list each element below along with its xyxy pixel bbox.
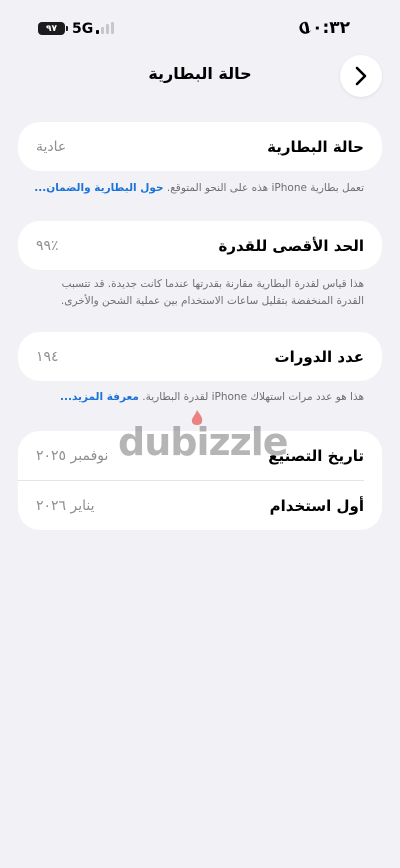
cycle-count-label: عدد الدورات [274, 347, 364, 366]
cycle-count-card: عدد الدورات ١٩٤ [18, 332, 382, 381]
max-capacity-value: ٪٩٩ [36, 237, 59, 254]
battery-health-note: تعمل بطارية iPhone هذه على النحو المتوقع… [34, 180, 364, 197]
max-capacity-card: الحد الأقصى للقدرة ٪٩٩ [18, 221, 382, 270]
flame-icon [191, 410, 203, 425]
cycle-count-note: هذا هو عدد مرات استهلاك iPhone لقدرة الب… [34, 389, 364, 406]
battery-warranty-link[interactable]: حول البطارية والضمان... [34, 182, 163, 194]
moon-icon [299, 21, 311, 34]
cycle-count-value: ١٩٤ [36, 348, 59, 365]
battery-health-card: حالة البطارية عادية [18, 122, 382, 171]
screen: ١٠:٣٢ ٩٧ 5G حالة البطارية حالة البطارية … [0, 0, 400, 868]
back-button[interactable] [340, 55, 382, 97]
learn-more-link[interactable]: معرفة المزيد... [60, 391, 139, 403]
chevron-right-icon [355, 66, 367, 86]
dubizzle-watermark: dubizzle [118, 410, 289, 464]
battery-cap [66, 26, 68, 31]
battery-health-label: حالة البطارية [267, 137, 364, 156]
battery-level: ٩٧ [46, 23, 57, 34]
battery-health-note-text: تعمل بطارية iPhone هذه على النحو المتوقع… [163, 182, 364, 194]
signal-icon [96, 22, 114, 34]
battery-health-row: حالة البطارية عادية [18, 122, 382, 171]
battery-icon: ٩٧ [38, 22, 65, 35]
battery-health-value: عادية [36, 138, 67, 155]
manufacture-date-value: نوفمبر ٢٠٢٥ [36, 447, 109, 464]
first-use-label: أول استخدام [269, 496, 364, 515]
max-capacity-label: الحد الأقصى للقدرة [218, 236, 365, 255]
cycle-count-note-text: هذا هو عدد مرات استهلاك iPhone لقدرة الب… [138, 391, 364, 403]
cycle-count-row: عدد الدورات ١٩٤ [18, 332, 382, 381]
max-capacity-note: هذا قياس لقدرة البطارية مقارنة بقدرتها ع… [34, 276, 364, 310]
status-bar: ١٠:٣٢ ٩٧ 5G [0, 0, 400, 56]
first-use-row: أول استخدام يناير ٢٠٢٦ [18, 481, 382, 530]
network-label: 5G [72, 21, 94, 37]
max-capacity-note-text: هذا قياس لقدرة البطارية مقارنة بقدرتها ع… [60, 278, 364, 307]
max-capacity-row: الحد الأقصى للقدرة ٪٩٩ [18, 221, 382, 270]
first-use-value: يناير ٢٠٢٦ [36, 497, 95, 514]
